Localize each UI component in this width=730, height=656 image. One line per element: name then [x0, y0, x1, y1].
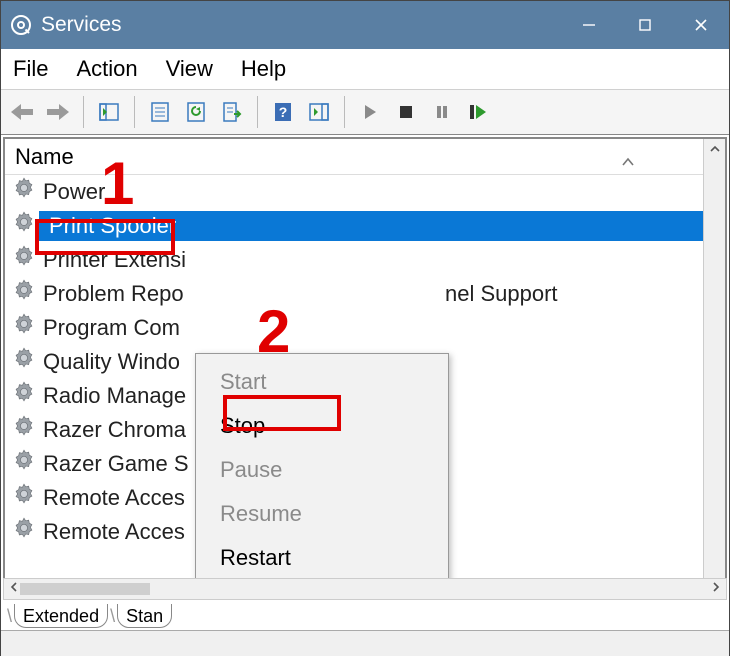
scroll-up-icon[interactable] [709, 139, 721, 160]
stop-service-button[interactable] [391, 97, 421, 127]
vertical-scrollbar[interactable] [703, 139, 725, 578]
service-gear-icon [11, 414, 37, 446]
window-title: Services [41, 13, 122, 37]
service-name-label: Remote Acces [43, 519, 185, 545]
context-menu-restart[interactable]: Restart [196, 536, 448, 578]
service-gear-icon [11, 482, 37, 514]
tab-standard[interactable]: Stan [117, 604, 172, 628]
context-menu-stop[interactable]: Stop [196, 404, 448, 448]
service-gear-icon [11, 210, 37, 242]
service-row[interactable]: Print Spooler [5, 209, 725, 243]
scroll-thumb[interactable] [20, 583, 150, 595]
toolbar-separator [344, 96, 345, 128]
service-name-label: Quality Windo [43, 349, 180, 375]
close-button[interactable] [673, 1, 729, 49]
export-list-button[interactable] [217, 97, 247, 127]
service-name-label: Print Spooler [43, 211, 182, 241]
service-gear-icon [11, 312, 37, 344]
menu-help[interactable]: Help [241, 56, 286, 82]
service-gear-icon [11, 516, 37, 548]
context-menu-item-label: Resume [220, 501, 302, 527]
nav-forward-button[interactable] [43, 97, 73, 127]
toolbar-separator [83, 96, 84, 128]
properties-button[interactable] [145, 97, 175, 127]
titlebar: Services [1, 1, 729, 49]
context-menu-item-label: Restart [220, 545, 291, 571]
window-controls [561, 1, 729, 49]
pause-service-button[interactable] [427, 97, 457, 127]
service-gear-icon [11, 278, 37, 310]
context-menu-item-label: Pause [220, 457, 282, 483]
context-menu-start: Start [196, 360, 448, 404]
service-name-label: Razer Game S [43, 451, 189, 477]
svg-text:?: ? [279, 104, 288, 120]
service-name-label: Razer Chroma [43, 417, 186, 443]
sort-indicator-icon [621, 147, 635, 173]
scroll-left-icon[interactable] [8, 580, 20, 598]
service-row[interactable]: Power [5, 175, 725, 209]
maximize-button[interactable] [617, 1, 673, 49]
toolbar-separator [257, 96, 258, 128]
menu-view[interactable]: View [166, 56, 213, 82]
service-name-label: Power [43, 179, 105, 205]
service-gear-icon [11, 380, 37, 412]
context-menu: StartStopPauseResumeRestartAll TasksRefr… [195, 353, 449, 578]
service-row[interactable]: Problem Repo nel Support [5, 277, 725, 311]
services-list: Name Power Print Spooler Printer Extensi Pr… [3, 137, 727, 578]
minimize-button[interactable] [561, 1, 617, 49]
service-name-label: Remote Acces [43, 485, 185, 511]
view-tabs: \Extended \Stan [1, 600, 729, 630]
refresh-button[interactable] [181, 97, 211, 127]
service-gear-icon [11, 244, 37, 276]
service-gear-icon [11, 176, 37, 208]
service-name-label: Program Com [43, 315, 180, 341]
menubar: File Action View Help [1, 49, 729, 89]
service-row[interactable]: Program Com [5, 311, 725, 345]
service-name-label: Printer Extensi [43, 247, 186, 273]
column-header-name[interactable]: Name [5, 139, 725, 175]
content-area: Name Power Print Spooler Printer Extensi Pr… [1, 135, 729, 656]
column-header-label: Name [15, 144, 74, 170]
service-row[interactable]: Printer Extensi [5, 243, 725, 277]
tab-extended[interactable]: Extended [14, 604, 108, 628]
context-menu-item-label: Stop [220, 413, 265, 439]
help-button[interactable]: ? [268, 97, 298, 127]
start-service-button[interactable] [355, 97, 385, 127]
show-hide-tree-button[interactable] [94, 97, 124, 127]
services-app-icon [9, 13, 33, 37]
context-menu-item-label: Start [220, 369, 266, 395]
service-name-label: Problem Repo [43, 281, 184, 307]
toolbar: ? [1, 89, 729, 135]
menu-action[interactable]: Action [76, 56, 137, 82]
service-description-fragment: nel Support [445, 281, 558, 307]
menu-file[interactable]: File [13, 56, 48, 82]
action-pane-button[interactable] [304, 97, 334, 127]
context-menu-pause: Pause [196, 448, 448, 492]
service-gear-icon [11, 448, 37, 480]
nav-back-button[interactable] [7, 97, 37, 127]
toolbar-separator [134, 96, 135, 128]
context-menu-resume: Resume [196, 492, 448, 536]
scroll-right-icon[interactable] [710, 580, 722, 598]
service-name-label: Radio Manage [43, 383, 186, 409]
status-bar [1, 630, 729, 656]
restart-service-button[interactable] [463, 97, 493, 127]
horizontal-scrollbar[interactable] [3, 578, 727, 600]
service-gear-icon [11, 346, 37, 378]
